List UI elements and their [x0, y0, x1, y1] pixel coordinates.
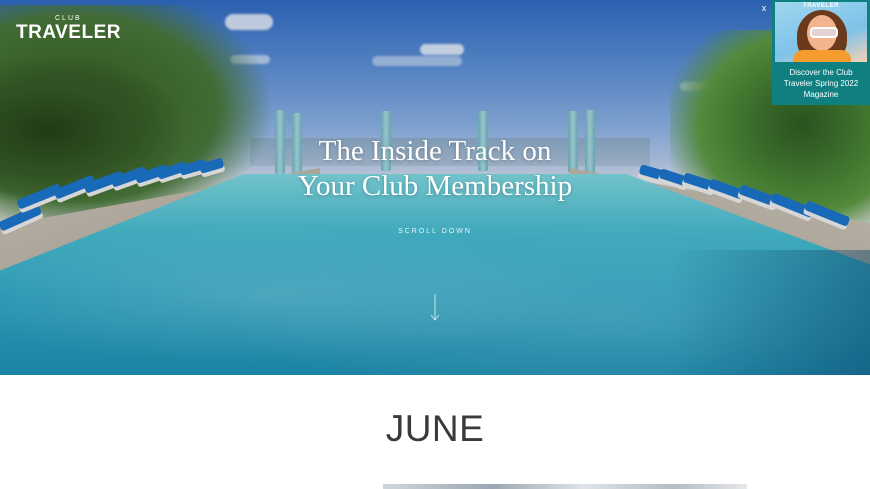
hero-banner: CLUB TRAVELER The Inside Track on Your C… — [0, 0, 870, 375]
hero-headline-line1: The Inside Track on — [318, 135, 552, 167]
magazine-cover-image[interactable]: TRAVELER — [775, 2, 867, 62]
logo-name: TRAVELER — [16, 22, 121, 43]
close-icon[interactable]: x — [758, 1, 770, 15]
promo-text-link[interactable]: Discover the Club Traveler Spring 2022 M… — [776, 67, 866, 100]
arrow-down-icon[interactable] — [428, 293, 442, 323]
month-heading: JUNE — [385, 408, 485, 449]
cover-illustration — [810, 27, 838, 38]
cover-illustration — [793, 50, 851, 62]
logo-prefix: CLUB — [55, 15, 82, 22]
hero-headline: The Inside Track on Your Club Membership — [235, 134, 635, 204]
magazine-promo[interactable]: x TRAVELER Discover the Club Traveler Sp… — [762, 0, 870, 105]
cover-title: TRAVELER — [803, 3, 839, 9]
article-thumbnail[interactable] — [383, 484, 747, 489]
hero-headline-line2: Your Club Membership — [297, 170, 573, 202]
scroll-down-link[interactable]: SCROLL DOWN — [335, 228, 535, 235]
